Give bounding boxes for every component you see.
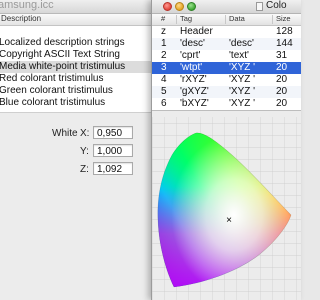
description-row-label: Blue colorant tristimulus [0,97,106,108]
tag-name: 'desc' [180,38,205,49]
column-divider [225,15,226,24]
column-divider [176,15,177,24]
tag-data: 'text' [229,50,249,61]
description-header-label: Description [1,14,42,23]
white-z-field[interactable]: 1,092 [93,162,133,175]
minimize-button[interactable] [175,2,184,11]
description-row-label: Green colorant tristimulus [0,85,113,96]
tag-row[interactable]: 5 'gXYZ' 'XYZ ' 20 [152,86,301,98]
tag-number: z [161,26,166,37]
zoom-button[interactable] [187,2,196,11]
x-label: X: [80,128,90,139]
white-label: White [52,128,78,139]
front-window-titlebar[interactable]: Colo [152,0,301,14]
back-window-title: amsung.icc [0,0,54,11]
chromaticity-diagram: × [152,111,301,300]
tag-name: 'bXYZ' [180,98,209,109]
tag-data: 'XYZ ' [229,86,256,97]
tag-row[interactable]: 2 'cprt' 'text' 31 [152,50,301,62]
tag-number: 1 [161,38,167,49]
tag-number: 6 [161,98,167,109]
tag-number: 2 [161,50,167,61]
description-row-label: Localized description strings [0,37,125,48]
tag-name: 'rXYZ' [180,74,207,85]
column-header-number[interactable]: # [161,14,165,23]
tag-row[interactable]: 1 'desc' 'desc' 144 [152,38,301,50]
tag-size: 31 [276,50,288,61]
tag-table-header: # Tag Data Size [152,14,301,26]
close-button[interactable] [163,2,172,11]
front-window-title: Colo [266,0,287,11]
chromaticity-diagram-pane: × [152,111,301,300]
column-header-size[interactable]: Size [276,14,291,23]
tag-size: 20 [276,62,288,73]
tag-number: 5 [161,86,167,97]
column-header-tag[interactable]: Tag [180,14,192,23]
tag-number: 4 [161,74,167,85]
colorsync-window: Colo # Tag Data Size z Header 128 1 'des… [151,0,301,300]
tag-name: 'gXYZ' [180,86,209,97]
column-header-data[interactable]: Data [229,14,245,23]
description-row-label: Media white-point tristimulus [0,61,126,72]
tag-row[interactable]: 4 'rXYZ' 'XYZ ' 20 [152,74,301,86]
tag-data: 'XYZ ' [229,62,256,73]
y-label: Y: [80,146,89,157]
tag-number: 3 [161,62,167,73]
tag-size: 20 [276,74,288,85]
column-divider [272,15,273,24]
document-icon [256,2,263,11]
tag-size: 144 [276,38,293,49]
white-y-field[interactable]: 1,000 [93,144,133,157]
tag-row[interactable]: 6 'bXYZ' 'XYZ ' 20 [152,98,301,110]
tag-row-selected[interactable]: 3 'wtpt' 'XYZ ' 20 [152,62,301,74]
tag-name: 'wtpt' [180,62,203,73]
white-point-marker: × [226,215,232,226]
white-x-field[interactable]: 0,950 [93,126,133,139]
tag-row[interactable]: z Header 128 [152,26,301,38]
description-row-label: Copyright ASCII Text String [0,49,120,60]
tag-data: 'XYZ ' [229,74,256,85]
z-label: Z: [80,164,89,175]
tag-size: 20 [276,98,288,109]
tag-name: 'cprt' [180,50,201,61]
description-row-label: Red colorant tristimulus [0,73,104,84]
tag-size: 20 [276,86,288,97]
tag-table: # Tag Data Size z Header 128 1 'desc' 'd… [152,14,301,111]
tag-data: 'desc' [229,38,254,49]
tag-data: 'XYZ ' [229,98,256,109]
tag-size: 128 [276,26,293,37]
tag-name: Header [180,26,213,37]
